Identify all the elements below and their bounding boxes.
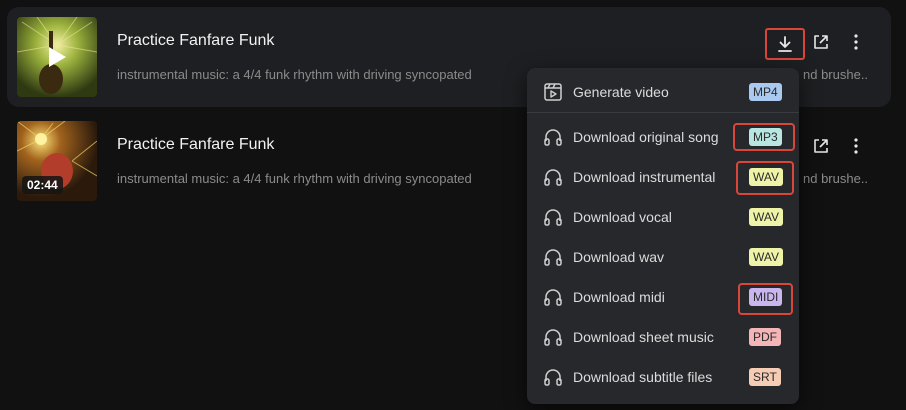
- highlight-box-midi: [738, 283, 793, 315]
- format-badge: WAV: [749, 248, 783, 266]
- menu-item-generate-video[interactable]: Generate video MP4: [527, 72, 799, 112]
- track-thumbnail[interactable]: [17, 17, 97, 97]
- menu-item-label: Download original song: [573, 129, 719, 145]
- track-description-text: instrumental music: a 4/4 funk rhythm wi…: [117, 171, 472, 186]
- format-badge: WAV: [749, 208, 783, 226]
- more-vertical-icon: [854, 138, 858, 154]
- headphones-icon: [544, 329, 562, 346]
- track-description-tail: nd brushe...: [803, 67, 869, 82]
- headphones-icon: [544, 129, 562, 146]
- track-description-text: instrumental music: a 4/4 funk rhythm wi…: [117, 67, 472, 82]
- format-badge: MP4: [749, 83, 782, 101]
- play-icon[interactable]: [47, 46, 67, 68]
- menu-item-download-vocal[interactable]: Download vocal WAV: [527, 197, 799, 237]
- track-thumbnail[interactable]: 02:44: [17, 121, 97, 201]
- menu-divider: [527, 112, 799, 113]
- more-options-button[interactable]: [842, 132, 870, 160]
- more-options-button[interactable]: [842, 28, 870, 56]
- track-description-tail: nd brushe...: [803, 171, 869, 186]
- external-link-icon: [814, 35, 828, 49]
- menu-item-label: Generate video: [573, 84, 669, 100]
- menu-item-download-subtitle-files[interactable]: Download subtitle files SRT: [527, 357, 799, 397]
- headphones-icon: [544, 209, 562, 226]
- menu-item-label: Download subtitle files: [573, 369, 713, 385]
- highlight-box-wav: [736, 161, 794, 195]
- download-icon: [778, 36, 792, 52]
- menu-item-label: Download sheet music: [573, 329, 714, 345]
- share-button[interactable]: [807, 132, 835, 160]
- menu-item-label: Download wav: [573, 249, 665, 265]
- video-icon: [544, 83, 562, 101]
- headphones-icon: [544, 289, 562, 306]
- menu-item-download-wav[interactable]: Download wav WAV: [527, 237, 799, 277]
- track-title[interactable]: Practice Fanfare Funk: [117, 136, 274, 154]
- menu-item-label: Download midi: [573, 289, 665, 305]
- headphones-icon: [544, 169, 562, 186]
- more-vertical-icon: [854, 34, 858, 50]
- download-button[interactable]: [765, 28, 805, 60]
- share-button[interactable]: [807, 28, 835, 56]
- format-badge: PDF: [749, 328, 781, 346]
- track-title[interactable]: Practice Fanfare Funk: [117, 32, 274, 50]
- duration-badge: 02:44: [22, 176, 63, 194]
- external-link-icon: [814, 139, 828, 153]
- headphones-icon: [544, 369, 562, 386]
- format-badge: SRT: [749, 368, 781, 386]
- menu-item-download-sheet-music[interactable]: Download sheet music PDF: [527, 317, 799, 357]
- highlight-box-mp3: [733, 123, 795, 151]
- menu-item-label: Download vocal: [573, 209, 672, 225]
- download-menu: Generate video MP4 Download original son…: [527, 68, 799, 404]
- menu-item-label: Download instrumental: [573, 169, 716, 185]
- headphones-icon: [544, 249, 562, 266]
